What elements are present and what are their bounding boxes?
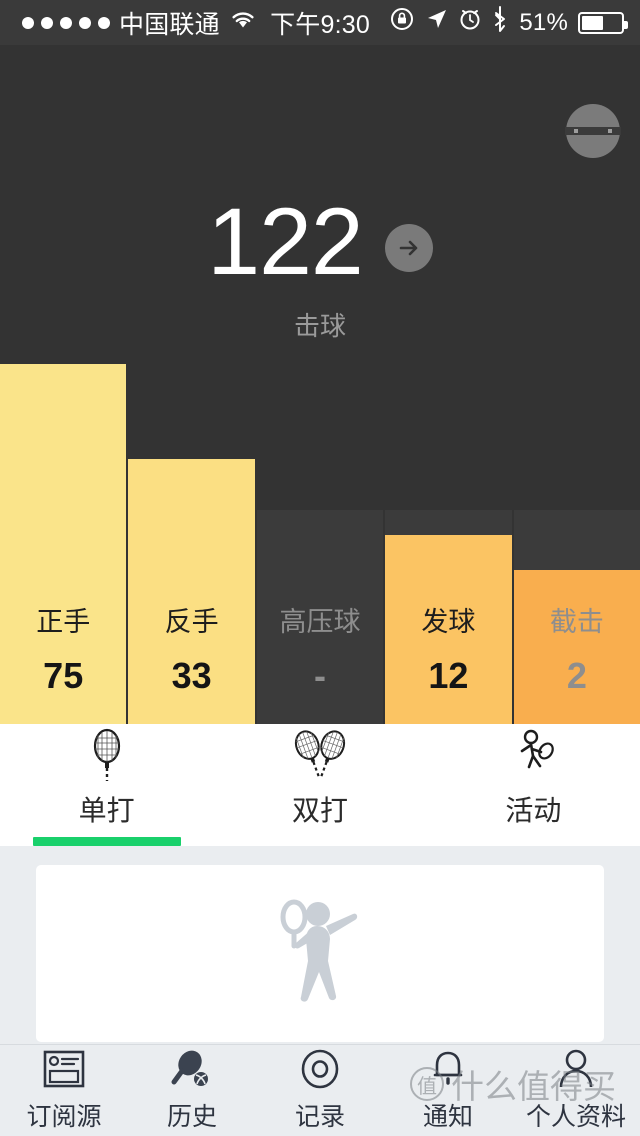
chart-category-label: 高压球 xyxy=(279,607,361,637)
content-area xyxy=(0,846,640,1044)
record-circle-icon xyxy=(299,1048,341,1090)
chart-column-4[interactable]: 发球 12 xyxy=(385,364,512,724)
chart-column-2[interactable]: 反手 33 xyxy=(128,364,255,724)
nav-item-history[interactable]: 历史 xyxy=(128,1045,256,1136)
double-racket-icon xyxy=(272,727,368,783)
chart-value-label: 75 xyxy=(43,655,84,696)
chart-category-label: 反手 xyxy=(164,607,219,637)
nav-item-profile-label: 个人资料 xyxy=(525,1103,626,1131)
alarm-clock-icon xyxy=(459,7,481,38)
tab-singles-label: 单打 xyxy=(78,795,135,826)
nav-item-record-label: 记录 xyxy=(294,1103,345,1131)
chart-column-1[interactable]: 正手 75 xyxy=(0,364,127,724)
chart-value-label: 33 xyxy=(171,655,212,696)
shot-type-bar-chart: 正手 75 反手 33 高压球 - 发球 12 截击 2 xyxy=(0,364,640,724)
chart-column-labels: 发球 12 xyxy=(385,578,511,724)
detail-arrow-button[interactable] xyxy=(384,223,433,272)
rotation-lock-icon xyxy=(389,6,415,39)
chart-category-label: 发球 xyxy=(421,607,476,637)
active-tab-indicator xyxy=(32,837,181,846)
total-shots-summary: 122 击球 xyxy=(0,195,640,343)
nav-item-notification[interactable]: 通知 xyxy=(384,1045,512,1136)
tab-doubles-label: 双打 xyxy=(291,795,348,826)
sensor-device-icon[interactable] xyxy=(565,104,621,158)
player-activity-icon xyxy=(505,727,561,783)
nav-item-feed-label: 订阅源 xyxy=(26,1103,102,1131)
chart-value-label: 12 xyxy=(428,655,469,696)
arrow-right-icon xyxy=(399,240,418,255)
empty-state-card[interactable] xyxy=(36,865,604,1042)
tab-doubles[interactable]: 双打 xyxy=(213,724,426,846)
chart-column-labels: 高压球 - xyxy=(257,578,383,724)
person-icon xyxy=(556,1048,596,1090)
tab-activity-label: 活动 xyxy=(505,795,562,826)
bluetooth-icon xyxy=(491,6,509,39)
nav-item-profile[interactable]: 个人资料 xyxy=(512,1045,640,1136)
tab-activity[interactable]: 活动 xyxy=(427,724,640,846)
chart-category-label: 截击 xyxy=(549,607,604,637)
total-shots-value: 122 xyxy=(207,189,364,295)
chart-column-labels: 正手 75 xyxy=(0,578,126,724)
status-bar-right: 51% xyxy=(389,0,628,45)
location-arrow-icon xyxy=(425,7,449,38)
status-bar: 中国联通 下午9:30 51% xyxy=(0,0,640,45)
battery-icon xyxy=(578,11,628,34)
app-root: 中国联通 下午9:30 51% 122 击球 正手 75 反手 33 高压球 -… xyxy=(0,0,640,1136)
bell-icon xyxy=(428,1048,468,1090)
chart-column-labels: 反手 33 xyxy=(128,578,254,724)
chart-column-5[interactable]: 截击 2 xyxy=(513,364,640,724)
nav-item-notification-label: 通知 xyxy=(422,1103,473,1131)
mode-tab-bar: 单打 双打 活动 xyxy=(0,724,640,846)
total-shots-label: 击球 xyxy=(293,311,346,341)
hero-panel: 122 击球 正手 75 反手 33 高压球 - 发球 12 截击 2 xyxy=(0,45,640,724)
nav-item-record[interactable]: 记录 xyxy=(256,1045,384,1136)
single-racket-icon xyxy=(81,727,133,783)
feed-icon xyxy=(43,1048,85,1090)
nav-item-history-label: 历史 xyxy=(166,1103,217,1131)
chart-column-3[interactable]: 高压球 - xyxy=(256,364,384,724)
chart-category-label: 正手 xyxy=(36,607,91,637)
tennis-player-placeholder-icon xyxy=(260,881,380,1026)
racket-ball-icon xyxy=(171,1048,213,1090)
chart-column-labels: 截击 2 xyxy=(514,578,640,724)
battery-percentage: 51% xyxy=(519,8,568,36)
bottom-navigation-bar: 订阅源 历史 记录 通知 个人资料 xyxy=(0,1044,640,1136)
chart-value-label: - xyxy=(314,655,327,696)
tab-singles[interactable]: 单打 xyxy=(0,724,213,846)
nav-item-feed[interactable]: 订阅源 xyxy=(0,1045,128,1136)
chart-value-label: 2 xyxy=(566,655,587,696)
